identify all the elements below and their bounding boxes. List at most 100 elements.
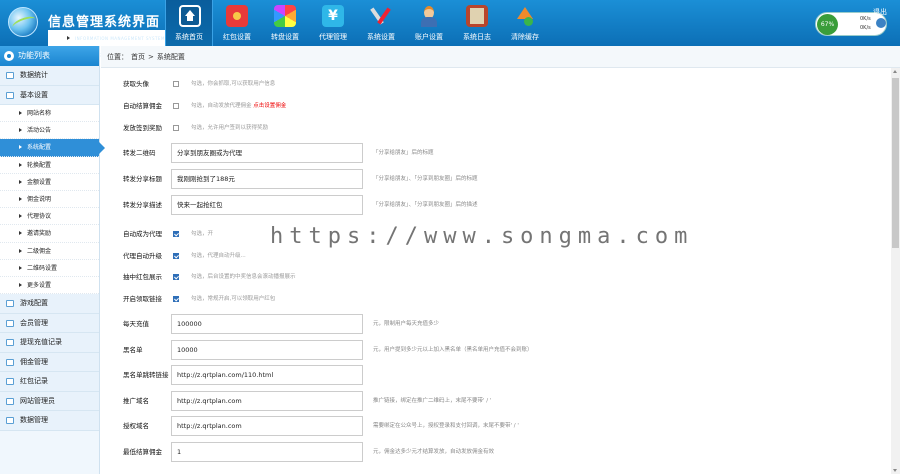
folder-icon xyxy=(6,300,14,308)
folder-icon xyxy=(6,397,14,405)
field-label: 授权域名 xyxy=(123,422,149,430)
sidebar-group[interactable]: 红包记录 xyxy=(0,372,99,392)
sidebar-group[interactable]: 游戏配置 xyxy=(0,294,99,314)
sidebar-subitem[interactable]: 活动公告 xyxy=(0,122,99,140)
nav-item-5[interactable]: 账户设置 xyxy=(405,0,453,46)
text-input[interactable]: http://z.qrtplan.com xyxy=(171,390,363,411)
nav-item-label: 代理管理 xyxy=(319,33,347,41)
book-icon xyxy=(466,5,488,27)
nav-item-label: 系统日志 xyxy=(463,33,491,41)
field-label: 黑名单 xyxy=(123,345,143,354)
top-header: 信息管理系统界面 INFORMATION MANAGEMENT SYSTEM I… xyxy=(0,0,900,58)
text-input[interactable]: 100000 xyxy=(171,314,363,334)
checkbox-row: 开启领取链接 勾选，常规开启,可以领取用户红包 xyxy=(101,289,891,309)
text-input[interactable]: 1 xyxy=(171,441,363,462)
sidebar-subitem[interactable]: 代理协议 xyxy=(0,208,99,226)
yen-icon: ¥ xyxy=(322,5,344,27)
sidebar-subitem[interactable]: 网站名称 xyxy=(0,105,99,123)
sidebar-group[interactable]: 佣金管理 xyxy=(0,352,99,373)
folder-icon xyxy=(6,378,14,386)
sidebar-header: 功能列表 xyxy=(0,46,99,66)
field-hint: 勾选，自动发放代理佣金 点击设置佣金 xyxy=(191,96,286,116)
text-input-row: 黑名单 10000 元，用户提到多少元以上加入黑名单（黑名单用户充值不会到账） xyxy=(101,339,891,360)
text-input-row: 转发二维码 分享到朋友圈或为代理 「分享给朋友」后的标题 xyxy=(101,143,891,163)
sidebar-subitem[interactable]: 佣金说明 xyxy=(0,190,99,209)
setting-checkbox[interactable] xyxy=(173,125,179,131)
text-input[interactable]: 分享到朋友圈或为代理 xyxy=(171,143,363,163)
logout-link[interactable]: 退出 xyxy=(873,7,887,17)
text-input[interactable]: 10000 xyxy=(171,339,363,360)
nav-item-7[interactable]: 清除缓存 xyxy=(501,0,549,46)
home-icon xyxy=(179,5,201,27)
checkbox-row: 自动结算佣金 勾选，自动发放代理佣金 点击设置佣金 xyxy=(101,96,891,116)
setting-checkbox[interactable] xyxy=(173,274,179,280)
field-note: 元，佣金达多少元才结算发放，自动发放佣金有效 xyxy=(373,448,495,455)
set-commission-link[interactable]: 点击设置佣金 xyxy=(253,103,286,109)
scrollbar-thumb[interactable] xyxy=(892,78,899,248)
sidebar-group-label: 数据管理 xyxy=(20,416,48,425)
field-note: 「分享给朋友」、「分享到朋友圈」后的标题 xyxy=(373,176,478,182)
scroll-up-icon[interactable] xyxy=(893,70,897,73)
nav-item-0[interactable]: 系统首页 xyxy=(165,0,213,46)
scroll-down-icon[interactable] xyxy=(893,469,897,472)
sidebar-subitem[interactable]: 轮换配置 xyxy=(0,156,99,174)
text-input-row: 推广域名 http://z.qrtplan.com 推广链接，绑定在推广二维码上，末… xyxy=(101,390,891,411)
upload-speed: 0K/s xyxy=(860,16,871,22)
folder-icon xyxy=(6,339,14,347)
sidebar-subitem[interactable]: 邀请奖励 xyxy=(0,225,99,243)
breadcrumb-prefix: 位置： xyxy=(107,53,128,61)
text-input-row: 转发分享描述 快来一起抢红包 「分享给朋友」、「分享到朋友圈」后的描述 xyxy=(101,195,891,215)
nav-item-4[interactable]: 系统设置 xyxy=(357,0,405,46)
sidebar-group[interactable]: 网站管理员 xyxy=(0,391,99,412)
field-label: 自动结算佣金 xyxy=(123,102,162,110)
setting-checkbox[interactable] xyxy=(173,295,179,302)
setting-checkbox[interactable] xyxy=(173,103,179,109)
sidebar-subitem[interactable]: 二维码设置 xyxy=(0,259,99,277)
sidebar-subitem[interactable]: 二级佣金 xyxy=(0,242,99,260)
sidebar-group[interactable]: 提现充值记录 xyxy=(0,333,99,353)
nav-item-6[interactable]: 系统日志 xyxy=(453,0,501,46)
text-input-row: 最低结算佣金 1 元，佣金达多少元才结算发放，自动发放佣金有效 xyxy=(101,441,891,462)
text-input[interactable]: http://z.qrtplan.com xyxy=(171,416,363,436)
setting-checkbox[interactable] xyxy=(173,252,179,259)
nav-item-label: 系统设置 xyxy=(367,33,395,41)
sidebar-group-label: 提现充值记录 xyxy=(20,338,62,347)
field-note: 需要绑定在公众号上，授权登录和支付回调，末尾不要带' / ' xyxy=(373,423,519,429)
setting-checkbox[interactable] xyxy=(173,81,179,87)
nav-item-1[interactable]: 红包设置 xyxy=(213,0,261,46)
sidebar-subitem[interactable]: 系统配置 xyxy=(0,139,105,157)
breadcrumb-home[interactable]: 首页 xyxy=(131,53,145,61)
sidebar-subitem[interactable]: 金额设置 xyxy=(0,173,99,191)
nav-item-label: 清除缓存 xyxy=(511,33,539,41)
field-label: 转发分享描述 xyxy=(123,201,162,209)
sidebar-group[interactable]: 会员管理 xyxy=(0,313,99,334)
folder-icon xyxy=(6,417,14,425)
text-input[interactable]: 我刚刚抢到了188元 xyxy=(171,169,363,189)
sidebar-group-label: 数据统计 xyxy=(20,71,48,79)
menu-list-icon xyxy=(4,51,14,61)
hint-text: 勾选，代理自动升级... xyxy=(191,252,246,259)
folder-icon xyxy=(6,358,14,366)
top-nav: 系统首页 红包设置 转盘设置 ¥ 代理管理 系统设置 账户设置 系统日志 清除缓存 xyxy=(165,0,549,46)
field-label: 发放签到奖励 xyxy=(123,124,162,132)
accelerate-icon[interactable] xyxy=(876,18,886,28)
red-envelope-icon xyxy=(226,5,248,27)
text-input[interactable]: 快来一起抢红包 xyxy=(171,195,363,215)
sidebar-group[interactable]: 数据管理 xyxy=(0,411,99,431)
field-note: 「分享给朋友」、「分享到朋友圈」后的描述 xyxy=(373,202,478,208)
vertical-scrollbar[interactable] xyxy=(891,68,900,474)
settings-form: 获取头像 勾选，你会抓取,可以获取用户信息 自动结算佣金 勾选，自动发放代理佣金 点击… xyxy=(101,68,891,474)
setting-checkbox[interactable] xyxy=(173,231,179,237)
field-hint: 勾选，后台设置的中奖信息会滚动播报展示 xyxy=(191,267,296,287)
sidebar-group[interactable]: 数据统计 xyxy=(0,66,99,86)
breadcrumb-current: 系统配置 xyxy=(156,53,185,61)
hint-text: 勾选，允许用户签到以获得奖励 xyxy=(191,125,269,131)
text-input[interactable]: http://z.qrtplan.com/110.html xyxy=(171,365,363,385)
field-label: 开启领取链接 xyxy=(123,294,162,303)
nav-item-3[interactable]: ¥ 代理管理 xyxy=(309,0,357,46)
nav-item-2[interactable]: 转盘设置 xyxy=(261,0,309,46)
sidebar-subitem[interactable]: 更多设置 xyxy=(0,276,99,295)
field-label: 推广域名 xyxy=(123,396,149,405)
nav-item-label: 红包设置 xyxy=(223,33,251,41)
sidebar-group[interactable]: 基本设置 xyxy=(0,85,99,105)
